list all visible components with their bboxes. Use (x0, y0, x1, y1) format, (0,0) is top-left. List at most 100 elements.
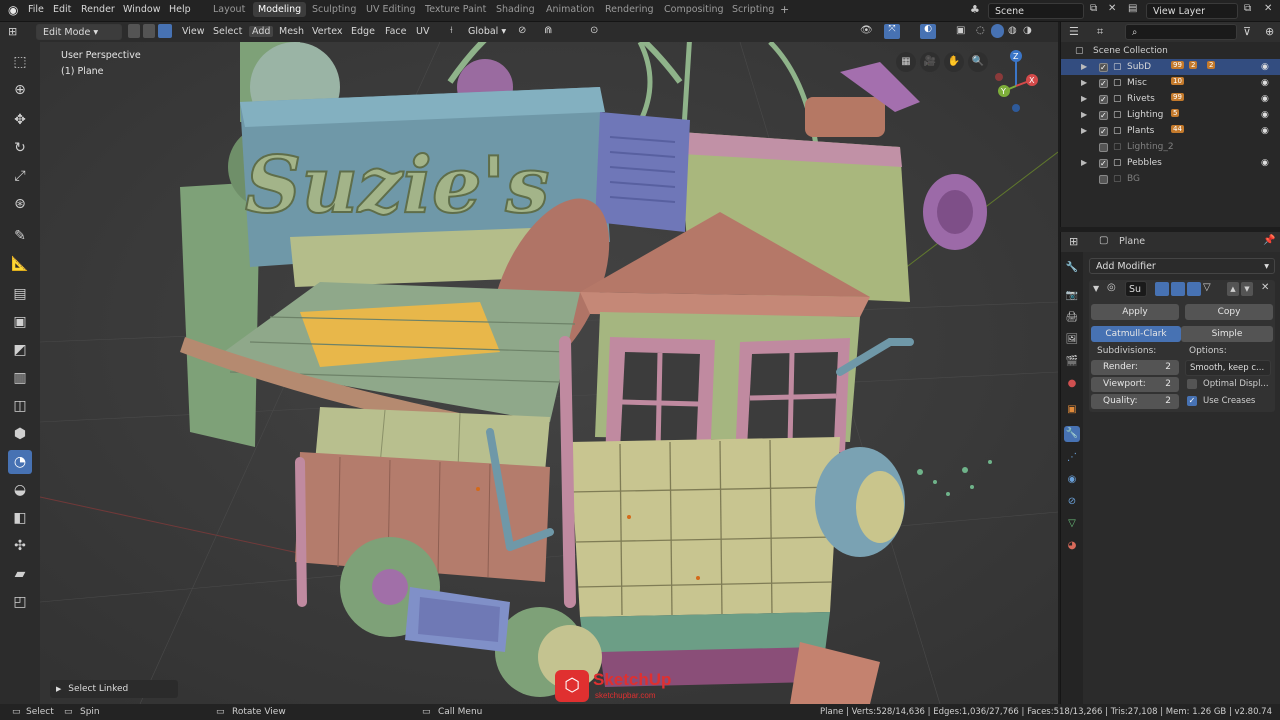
transform-tool-icon[interactable]: ⊛ (8, 192, 32, 216)
constraints-tab-icon[interactable]: ⊘ (1064, 494, 1080, 510)
menu-vertex[interactable]: Vertex (312, 26, 343, 37)
shrink-fatten-tool-icon[interactable]: ✣ (8, 534, 32, 558)
proportional-edit-icon[interactable]: ⊙ (590, 25, 598, 36)
outliner-row[interactable]: ▶ ▢ Misc 10 ◉ (1061, 75, 1280, 92)
exclude-checkbox[interactable] (1099, 92, 1108, 108)
edge-select-icon[interactable] (143, 24, 155, 38)
apply-button[interactable]: Apply (1091, 304, 1179, 320)
face-select-icon[interactable] (158, 24, 172, 38)
spin-tool-icon[interactable]: ◔ (8, 450, 32, 474)
outliner-row[interactable]: ▢ Lighting_2 (1061, 139, 1280, 155)
move-up-icon[interactable]: ▲ (1227, 282, 1239, 296)
modifier-name-field[interactable]: Su (1125, 281, 1147, 297)
annotate-tool-icon[interactable]: ✎ (8, 224, 32, 248)
outliner-type-icon[interactable]: ☰ (1069, 25, 1079, 38)
gizmo-toggle-icon[interactable]: ⤧ (884, 24, 900, 39)
filter-icon[interactable]: ⊽ (1243, 25, 1251, 38)
exclude-checkbox[interactable] (1099, 156, 1108, 172)
tab-texture-paint[interactable]: Texture Paint (425, 4, 486, 15)
tab-rendering[interactable]: Rendering (605, 4, 654, 15)
outliner-row[interactable]: ▶ ▢ SubD 99 2 2 ◉ (1061, 59, 1280, 76)
particles-tab-icon[interactable]: ⋰ (1064, 450, 1080, 466)
outliner-row[interactable]: ▶ ▢ Pebbles ◉ (1061, 155, 1280, 172)
visibility-eye-icon[interactable]: ◉ (1261, 75, 1269, 91)
show-in-editmode-icon[interactable] (1155, 282, 1169, 296)
smooth-tool-icon[interactable]: ◒ (8, 478, 32, 502)
properties-type-icon[interactable]: ⊞ (1069, 235, 1078, 248)
view-layer-field[interactable]: View Layer (1146, 3, 1238, 19)
viewport-visibility-icon[interactable]: 👁 (860, 25, 873, 36)
expand-arrow-icon[interactable]: ▶ (1081, 91, 1087, 107)
mode-dropdown[interactable]: Edit Mode ▾ (36, 24, 122, 40)
shading-material-icon[interactable]: ◍ (1008, 25, 1017, 36)
poly-build-tool-icon[interactable]: ⬢ (8, 422, 32, 446)
visibility-eye-icon[interactable]: ◉ (1261, 91, 1269, 107)
blender-logo-icon[interactable]: ◉ (8, 3, 18, 17)
pin-icon[interactable]: 📌 (1263, 235, 1275, 246)
menu-render[interactable]: Render (81, 4, 115, 15)
on-cage-icon[interactable]: ▽ (1203, 282, 1211, 293)
exclude-checkbox[interactable] (1099, 108, 1108, 124)
scene-field[interactable]: Scene (988, 3, 1084, 19)
menu-window[interactable]: Window (123, 4, 160, 15)
pivot-icon[interactable]: ⊘ (518, 25, 526, 36)
move-down-icon[interactable]: ▼ (1241, 282, 1253, 296)
last-operator-panel[interactable]: ▶ Select Linked (50, 680, 178, 698)
modifier-tab-icon[interactable]: 🔧 (1064, 426, 1080, 442)
collapse-arrow-icon[interactable]: ▼ (1093, 284, 1099, 293)
menu-add[interactable]: Add (249, 26, 274, 37)
navigation-gizmo[interactable]: Z X Y (990, 46, 1050, 116)
simple-toggle[interactable]: Simple (1181, 326, 1273, 342)
pan-hand-icon[interactable]: ✋ (944, 52, 964, 72)
exclude-checkbox[interactable] (1099, 60, 1108, 76)
menu-help[interactable]: Help (169, 4, 191, 15)
remove-modifier-icon[interactable]: ✕ (1261, 282, 1269, 293)
close-scene-icon[interactable]: ✕ (1108, 3, 1116, 14)
expand-arrow-icon[interactable]: ▶ (1081, 107, 1087, 123)
rotate-tool-icon[interactable]: ↻ (8, 136, 32, 160)
render-levels-field[interactable]: Render: 2 (1091, 360, 1179, 375)
outliner-search-input[interactable]: ⌕ (1125, 24, 1237, 40)
menu-view[interactable]: View (182, 26, 205, 37)
visibility-eye-icon[interactable]: ◉ (1261, 155, 1269, 171)
rip-tool-icon[interactable]: ◰ (8, 590, 32, 614)
camera-grid-icon[interactable]: ▦ (896, 52, 916, 72)
overlay-toggle-icon[interactable]: ◐ (920, 24, 936, 39)
move-tool-icon[interactable]: ✥ (8, 108, 32, 132)
render-tab-icon[interactable]: 📷 (1064, 288, 1080, 304)
tab-modeling[interactable]: Modeling (253, 2, 307, 17)
data-tab-icon[interactable]: ▽ (1064, 516, 1080, 532)
camera-view-icon[interactable]: 🎥 (920, 52, 940, 72)
display-mode-icon[interactable]: ⌗ (1097, 25, 1103, 39)
inset-tool-icon[interactable]: ▣ (8, 310, 32, 334)
world-tab-icon[interactable]: ● (1064, 376, 1080, 392)
exclude-checkbox[interactable] (1099, 175, 1108, 184)
snap-icon[interactable]: ⋒ (544, 25, 552, 36)
add-modifier-dropdown[interactable]: Add Modifier ▾ (1089, 258, 1275, 274)
knife-tool-icon[interactable]: ◫ (8, 394, 32, 418)
menu-face[interactable]: Face (385, 26, 406, 37)
vertex-select-icon[interactable] (128, 24, 140, 38)
copy-layer-icon[interactable]: ⧉ (1244, 3, 1251, 14)
copy-button[interactable]: Copy (1185, 304, 1273, 320)
tab-uv-editing[interactable]: UV Editing (366, 4, 416, 15)
expand-arrow-icon[interactable]: ▶ (1081, 59, 1087, 75)
close-layer-icon[interactable]: ✕ (1264, 3, 1272, 14)
quality-field[interactable]: Quality: 2 (1091, 394, 1179, 409)
material-tab-icon[interactable]: ◕ (1064, 538, 1080, 554)
exclude-checkbox[interactable] (1099, 124, 1108, 140)
exclude-checkbox[interactable] (1099, 143, 1108, 152)
tab-animation[interactable]: Animation (546, 4, 594, 15)
loop-cut-tool-icon[interactable]: ▥ (8, 366, 32, 390)
3d-viewport[interactable]: Suzie's User Perspective (1) Plane ▦ 🎥 ✋… (40, 42, 1058, 704)
orientation-dropdown[interactable]: Global ▾ (462, 24, 514, 40)
visibility-eye-icon[interactable]: ◉ (1261, 107, 1269, 123)
tab-sculpting[interactable]: Sculpting (312, 4, 356, 15)
visibility-eye-icon[interactable]: ◉ (1261, 123, 1269, 139)
outliner-row[interactable]: ▶ ▢ Rivets 99 ◉ (1061, 91, 1280, 108)
shading-wireframe-icon[interactable]: ◌ (976, 25, 985, 36)
shading-solid-icon[interactable] (991, 24, 1004, 38)
outliner-row[interactable]: ▶ ▢ Plants 44 ◉ (1061, 123, 1280, 140)
select-box-tool-icon[interactable]: ⬚ (8, 50, 32, 74)
zoom-icon[interactable]: 🔍 (968, 52, 988, 72)
